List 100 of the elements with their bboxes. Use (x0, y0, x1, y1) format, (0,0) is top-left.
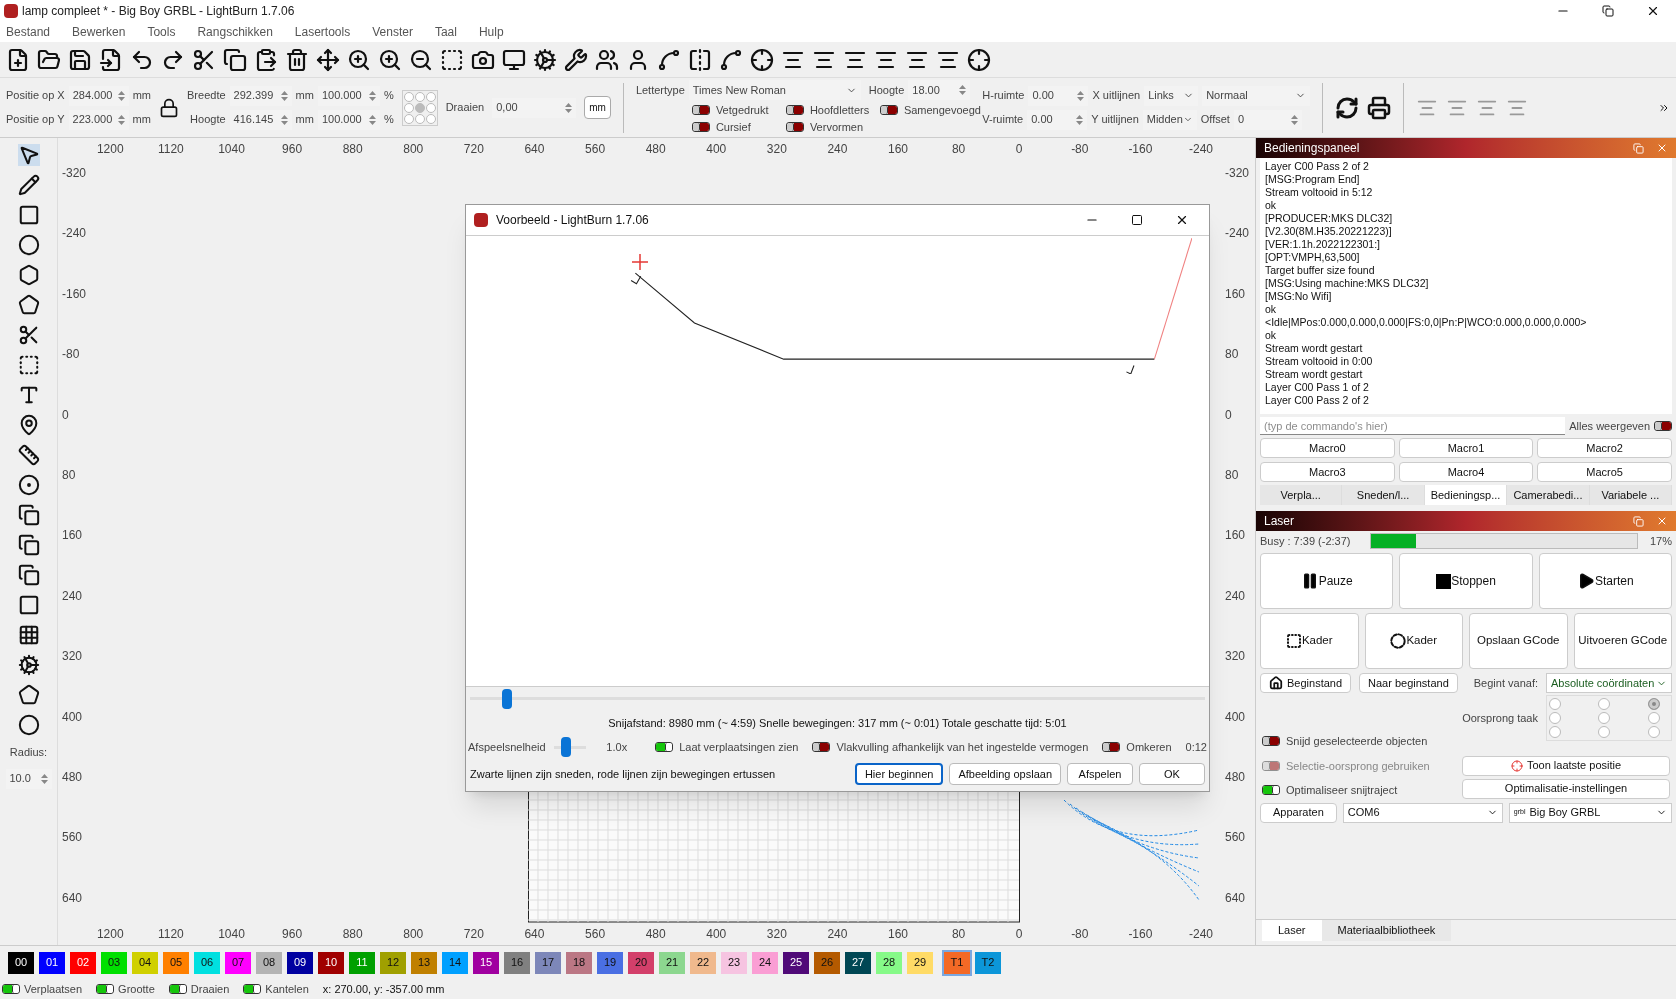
unit-button[interactable]: mm (584, 96, 611, 119)
toggle-switch[interactable] (168, 984, 187, 994)
macro-button[interactable]: Macro2 (1537, 438, 1672, 458)
scissors-icon[interactable] (192, 47, 216, 72)
ruler-icon[interactable] (17, 444, 40, 466)
layer-swatch[interactable]: 23 (721, 951, 747, 974)
layer-swatch[interactable]: 18 (566, 951, 592, 974)
corners-icon[interactable] (17, 354, 40, 376)
run-button[interactable]: Starten (1538, 553, 1672, 609)
toggle-switch[interactable] (785, 105, 804, 116)
menu-item[interactable]: Bewerken (72, 23, 126, 41)
spinner-arrows-icon[interactable] (280, 89, 288, 102)
layer-swatch[interactable]: 16 (504, 951, 530, 974)
macro-button[interactable]: Macro4 (1398, 462, 1534, 482)
zoom-out-icon[interactable] (409, 47, 433, 72)
layer-swatch[interactable]: 19 (597, 951, 623, 974)
printer-icon[interactable] (1367, 95, 1392, 120)
restore-icon[interactable] (1602, 5, 1614, 17)
menu-item[interactable]: Hulp (478, 23, 504, 41)
layer-swatch[interactable]: 03 (101, 951, 127, 974)
origin-radio[interactable] (1598, 726, 1611, 738)
frame-button[interactable]: Opslaan GCode (1469, 613, 1568, 669)
origin-radio[interactable] (1549, 698, 1561, 710)
layer-swatch[interactable]: 02 (70, 951, 96, 974)
menu-item[interactable]: Venster (372, 23, 413, 41)
frame-button[interactable]: Kader (1364, 613, 1463, 669)
zoom-icon[interactable] (347, 47, 371, 72)
toggle-switch[interactable] (1262, 736, 1280, 747)
start-from-select[interactable]: Absolute coördinaten (1546, 673, 1672, 693)
dialog-button[interactable]: Hier beginnen (854, 763, 944, 785)
macro-button[interactable]: Macro3 (1260, 462, 1395, 482)
layer-swatch[interactable]: 07 (225, 951, 251, 974)
dialog-button[interactable]: Afbeelding opslaan (949, 763, 1061, 785)
settings-icon[interactable] (533, 47, 557, 72)
ring-icon[interactable] (17, 474, 40, 496)
show-last-position-button[interactable]: Toon laatste positie (1462, 755, 1670, 776)
layer-swatch[interactable]: 17 (535, 951, 561, 974)
spinner-arrows-icon[interactable] (280, 113, 288, 126)
panel-tab[interactable]: Verpla... (1260, 485, 1343, 505)
paste-icon[interactable] (254, 47, 278, 72)
close-icon[interactable] (1175, 213, 1189, 227)
folder-icon[interactable] (37, 47, 61, 72)
panel-tab[interactable]: Camerabedi... (1507, 485, 1590, 505)
refresh-icon[interactable] (1335, 95, 1360, 120)
toggle-switch[interactable] (1654, 421, 1672, 431)
crosshair-icon[interactable] (750, 47, 774, 72)
users-icon[interactable] (595, 47, 619, 72)
dialog-button[interactable]: Afspelen (1067, 763, 1133, 785)
layer-swatch[interactable]: 13 (411, 951, 437, 974)
layer-swatch[interactable]: 20 (628, 951, 654, 974)
macro-button[interactable]: Macro5 (1537, 462, 1672, 482)
toggle-switch[interactable] (812, 742, 831, 752)
optimization-settings-button[interactable]: Optimalisatie-instellingen (1462, 778, 1670, 799)
spinner-arrows-icon[interactable] (565, 101, 573, 114)
menu-item[interactable]: Taal (434, 23, 457, 41)
go-home-button[interactable]: Naar beginstand (1359, 673, 1458, 693)
save-icon[interactable] (68, 47, 92, 72)
maximize-icon[interactable] (1131, 214, 1143, 226)
float-icon[interactable] (1633, 142, 1644, 154)
toggle-switch[interactable] (879, 105, 898, 116)
monitor-icon[interactable] (502, 47, 526, 72)
pencil-icon[interactable] (17, 174, 40, 196)
trash-icon[interactable] (285, 47, 309, 72)
position-slider[interactable] (470, 686, 1205, 711)
frame-button[interactable]: Kader (1260, 613, 1359, 669)
lock-icon[interactable] (159, 97, 180, 118)
layer-swatch[interactable]: 06 (194, 951, 220, 974)
macro-button[interactable]: Macro0 (1260, 438, 1395, 458)
layer-swatch[interactable]: 15 (473, 951, 499, 974)
speed-slider[interactable] (553, 737, 587, 757)
run-button[interactable]: Pauze (1260, 553, 1394, 609)
layer-swatch[interactable]: 26 (814, 951, 840, 974)
origin-radio[interactable] (1549, 712, 1561, 724)
toggle-switch[interactable] (691, 105, 710, 116)
origin-radio[interactable] (1647, 712, 1660, 724)
toggle-switch[interactable] (96, 984, 115, 994)
layer-swatch[interactable]: 22 (690, 951, 716, 974)
layer-swatch[interactable]: T1 (944, 951, 970, 974)
layer-swatch[interactable]: 28 (876, 951, 902, 974)
layer-swatch[interactable]: 10 (318, 951, 344, 974)
toggle-switch[interactable] (1102, 742, 1121, 752)
spinner-arrows-icon[interactable] (959, 84, 967, 96)
layer-swatch[interactable]: 08 (256, 951, 282, 974)
import-icon[interactable] (99, 47, 123, 72)
panel-tab[interactable]: Bedieningsp... (1424, 485, 1508, 505)
layer-swatch[interactable]: 04 (132, 951, 158, 974)
panel-tab[interactable]: Sneden/l... (1342, 485, 1425, 505)
rectangle-icon[interactable] (17, 204, 40, 226)
toggle-switch[interactable] (1262, 785, 1280, 796)
origin-radio[interactable] (1598, 698, 1611, 710)
origin-radio[interactable] (1647, 726, 1660, 738)
spinner-arrows-icon[interactable] (1077, 89, 1085, 102)
spinner-arrows-icon[interactable] (1076, 113, 1084, 126)
port-select[interactable]: COM6 (1342, 802, 1503, 823)
mirror-icon[interactable] (688, 47, 712, 72)
spinner-arrows-icon[interactable] (117, 113, 125, 126)
toggle-switch[interactable] (785, 121, 804, 132)
devices-button[interactable]: Apparaten (1260, 802, 1337, 823)
spinner-arrows-icon[interactable] (368, 113, 376, 126)
macro-button[interactable]: Macro1 (1398, 438, 1534, 458)
